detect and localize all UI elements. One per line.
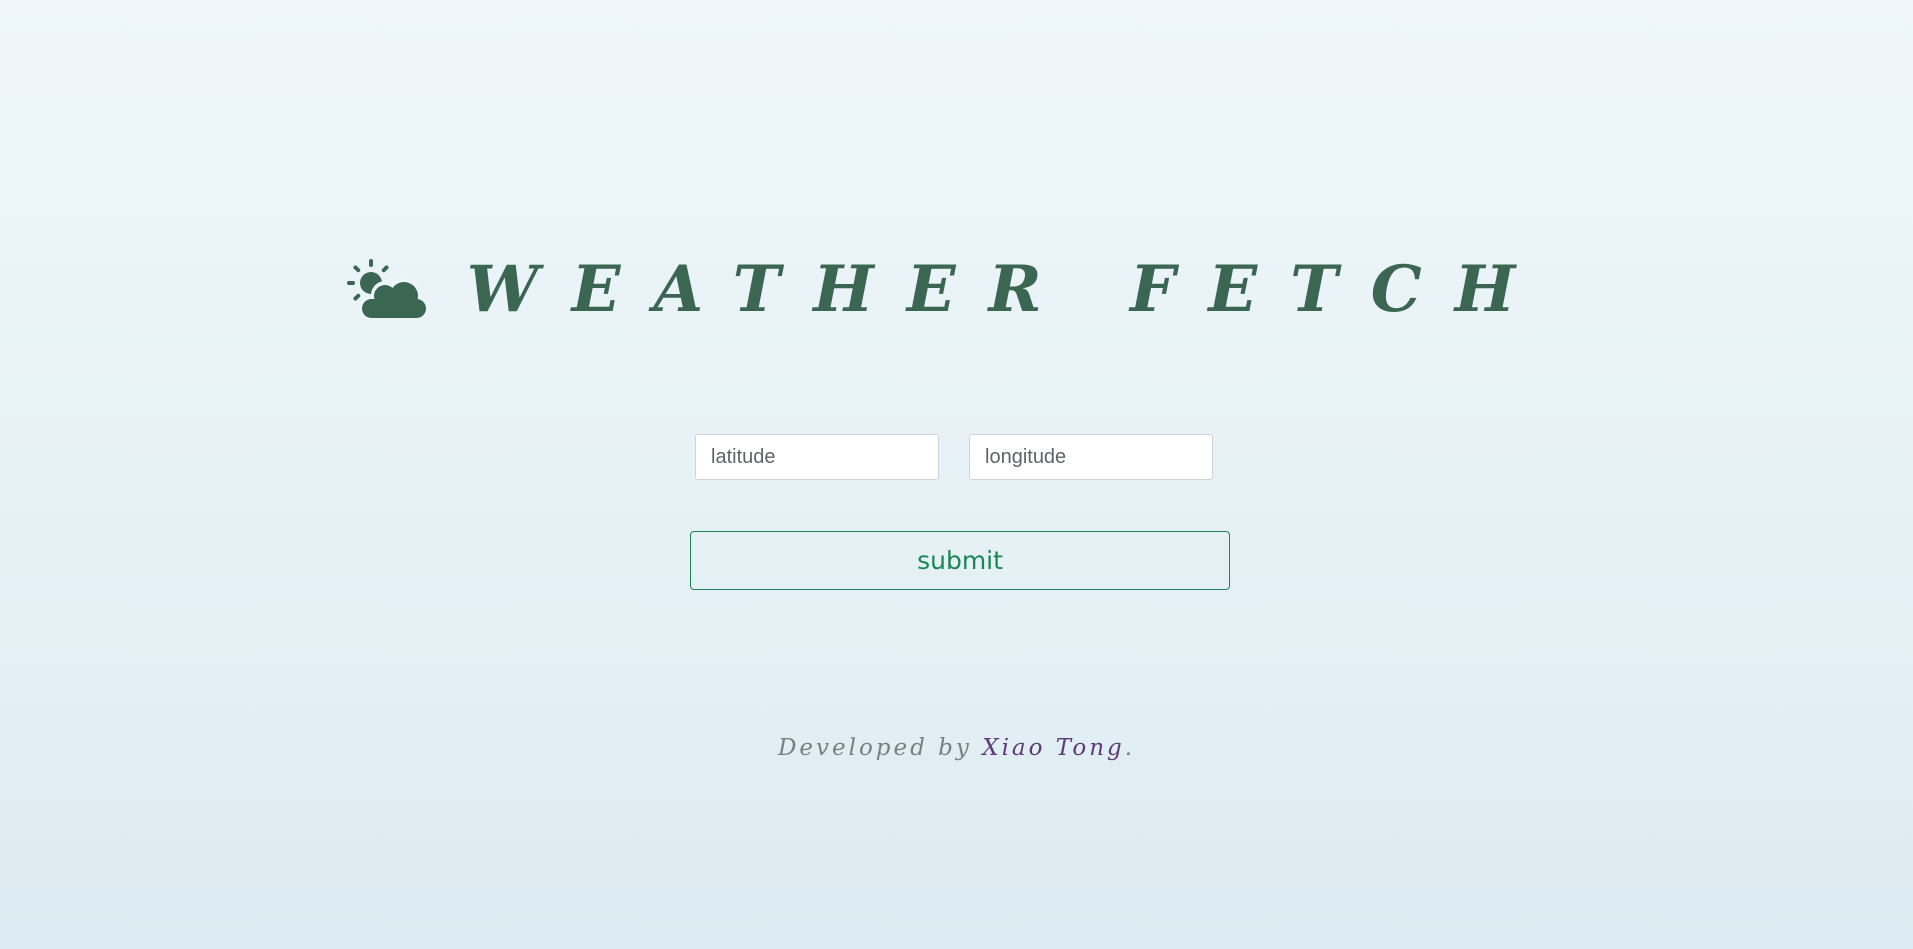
- latitude-input[interactable]: [695, 434, 939, 480]
- footer-suffix: .: [1124, 735, 1136, 761]
- author-name: Xiao Tong: [982, 735, 1125, 761]
- sun-behind-cloud-icon: [345, 259, 429, 321]
- footer-credit: Developed by Xiao Tong.: [0, 735, 1913, 761]
- footer-prefix: Developed by: [777, 735, 983, 761]
- page-title: WEATHER FETCH: [466, 252, 1549, 327]
- page-header: WEATHER FETCH: [0, 258, 1913, 322]
- coordinates-form: [695, 434, 1213, 480]
- longitude-input[interactable]: [969, 434, 1213, 480]
- submit-button[interactable]: submit: [690, 531, 1230, 590]
